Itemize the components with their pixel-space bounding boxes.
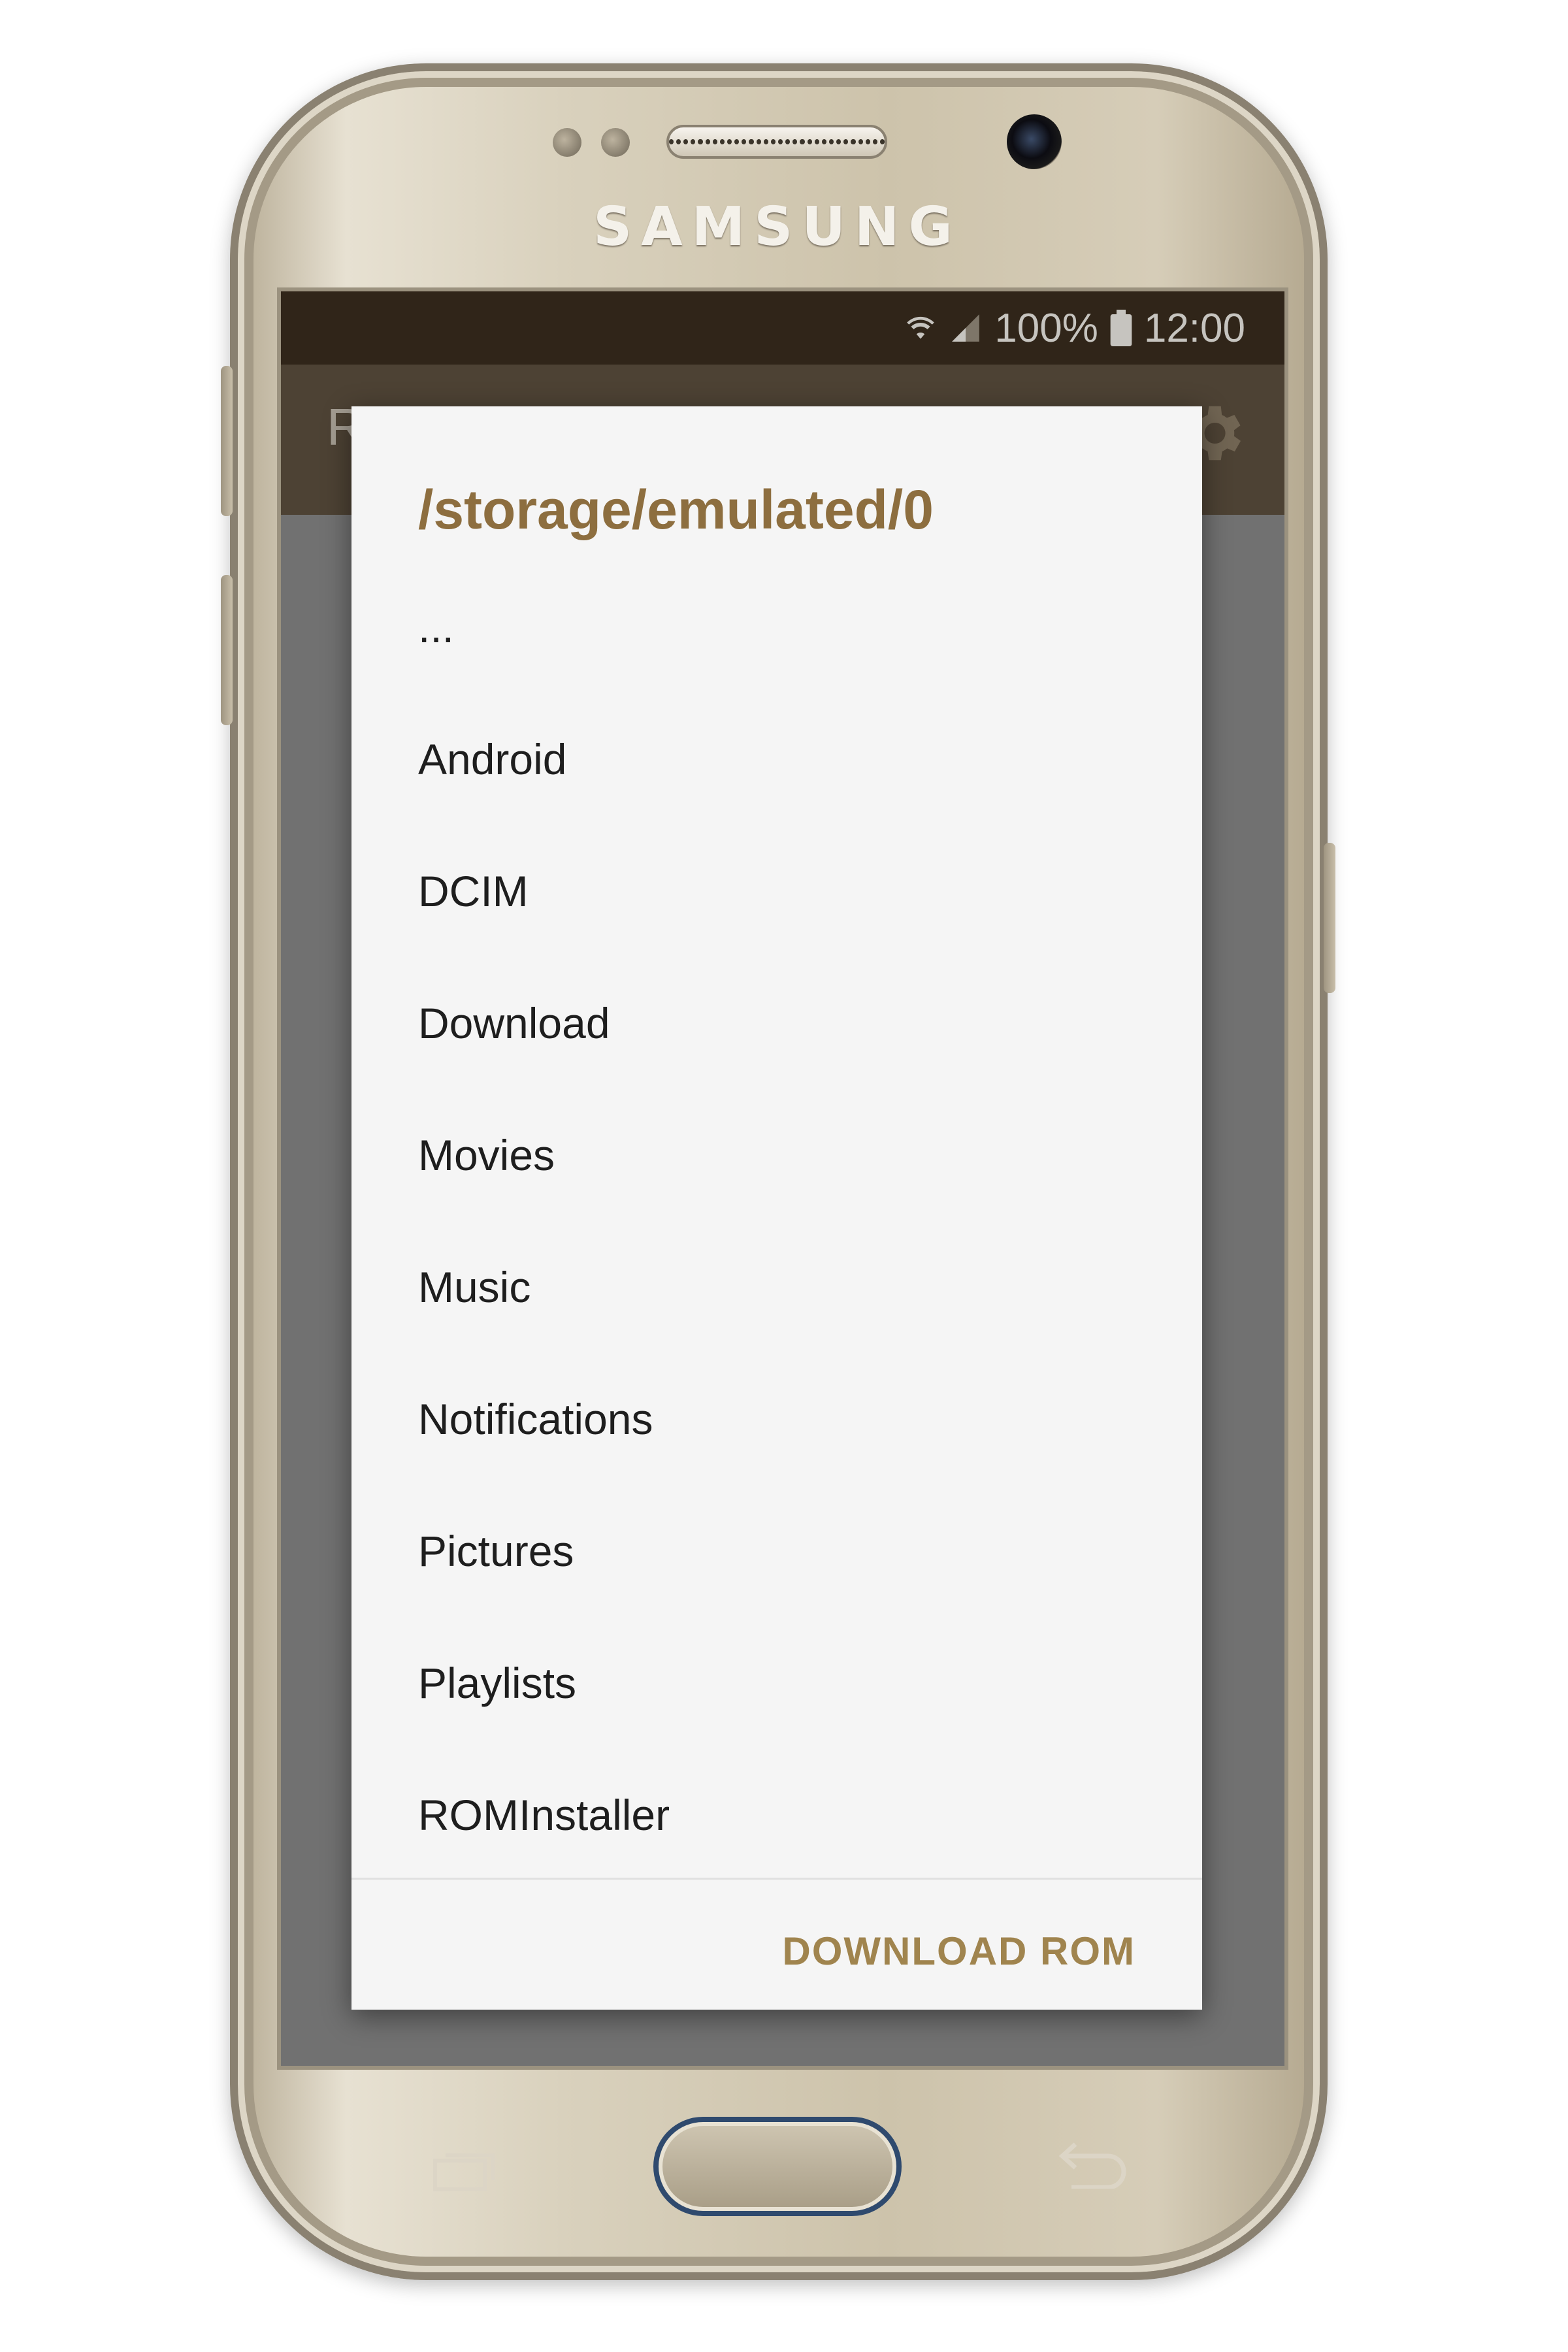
proximity-sensor	[553, 128, 581, 157]
list-item-pictures[interactable]: Pictures	[351, 1520, 1202, 1652]
recents-icon[interactable]	[433, 2146, 498, 2192]
front-camera	[1007, 114, 1062, 169]
list-item-parent[interactable]: ...	[351, 596, 1202, 728]
list-item-movies[interactable]: Movies	[351, 1124, 1202, 1256]
list-item-label: Notifications	[418, 1395, 653, 1443]
list-item-music[interactable]: Music	[351, 1256, 1202, 1388]
download-rom-button[interactable]: DOWNLOAD ROM	[782, 1929, 1135, 1974]
list-item-notifications[interactable]: Notifications	[351, 1388, 1202, 1520]
list-item-label: ROMInstaller	[418, 1791, 670, 1839]
list-item-dcim[interactable]: DCIM	[351, 860, 1202, 992]
back-icon[interactable]	[1052, 2136, 1130, 2190]
volume-up-button	[221, 366, 233, 516]
list-item-android[interactable]: Android	[351, 728, 1202, 860]
folder-list: ... Android DCIM Download Movies Music N…	[351, 596, 1202, 1916]
power-button	[1324, 843, 1335, 993]
list-item-label: Music	[418, 1263, 531, 1311]
list-item-label: Playlists	[418, 1659, 577, 1707]
list-item-label: Android	[418, 735, 567, 783]
earpiece-speaker	[666, 125, 887, 159]
folder-picker-dialog: /storage/emulated/0 ... Android DCIM Dow…	[351, 406, 1202, 2010]
list-item-label: ...	[418, 603, 455, 651]
dialog-divider	[351, 1878, 1202, 1880]
light-sensor	[601, 128, 630, 157]
dialog-title: /storage/emulated/0	[418, 479, 934, 540]
list-item-label: Pictures	[418, 1527, 574, 1575]
volume-down-button	[221, 575, 233, 725]
list-item-label: Download	[418, 999, 610, 1047]
brand-logo: SAMSUNG	[593, 196, 962, 258]
list-item-rominstaller[interactable]: ROMInstaller	[351, 1784, 1202, 1916]
list-item-playlists[interactable]: Playlists	[351, 1652, 1202, 1784]
home-button[interactable]	[653, 2117, 902, 2216]
list-item-download[interactable]: Download	[351, 992, 1202, 1124]
list-item-label: Movies	[418, 1131, 555, 1179]
list-item-label: DCIM	[418, 867, 529, 915]
